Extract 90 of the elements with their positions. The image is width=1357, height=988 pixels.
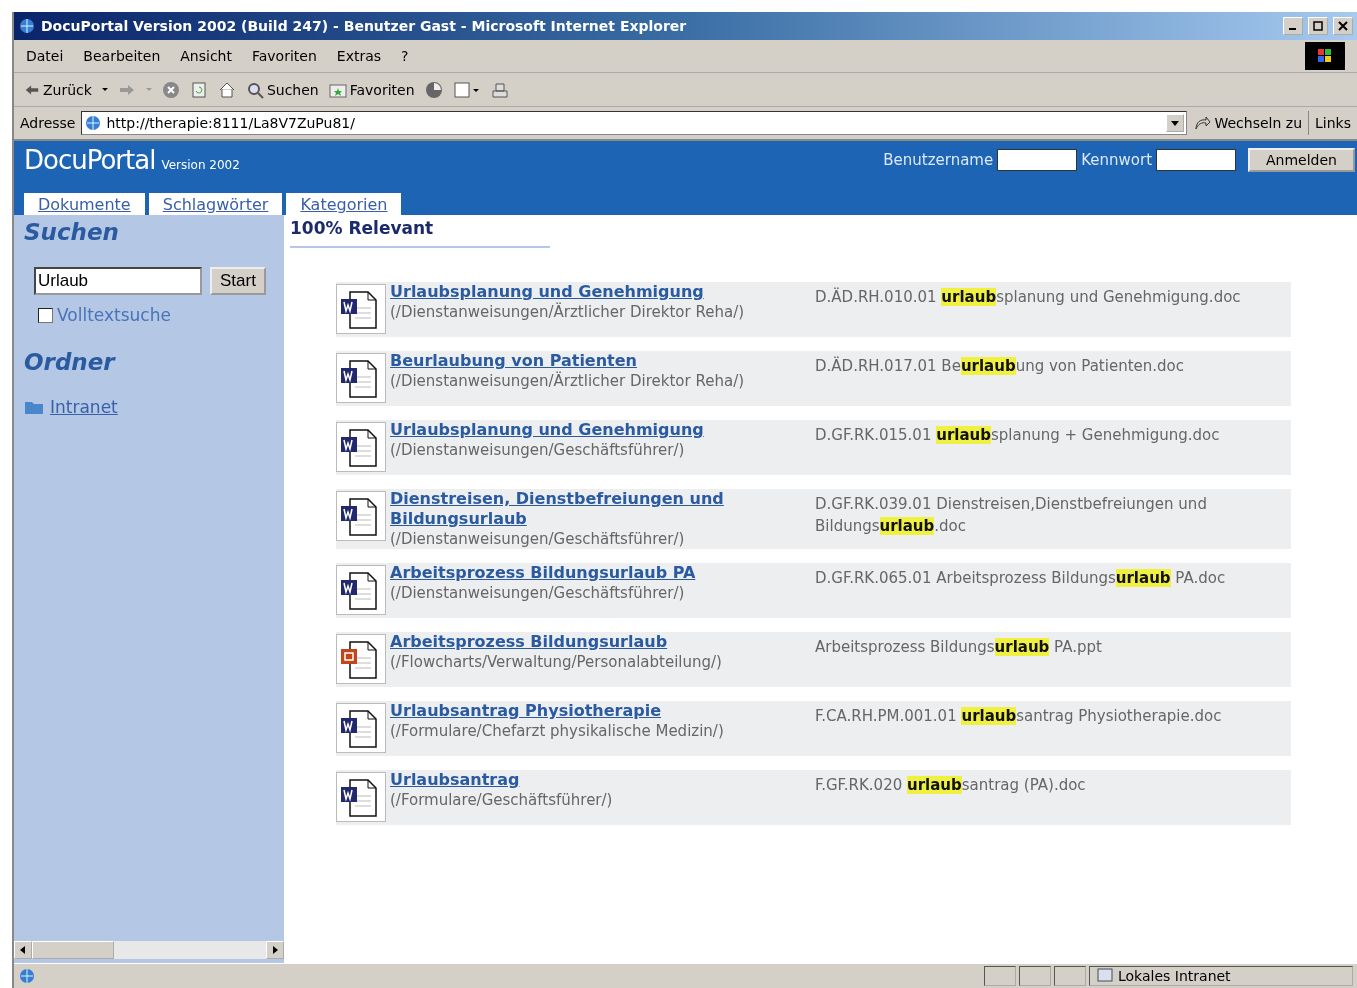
app-icon bbox=[18, 17, 36, 35]
search-field[interactable]: Urlaub bbox=[34, 267, 202, 295]
maximize-button[interactable] bbox=[1308, 17, 1328, 35]
folder-icon bbox=[24, 399, 44, 415]
dropdown-icon bbox=[145, 88, 152, 91]
status-pane bbox=[1054, 966, 1086, 986]
document-path: (/Dienstanweisungen/Geschäftsführer/) bbox=[390, 529, 686, 549]
refresh-icon bbox=[189, 80, 208, 99]
document-path: (/Formulare/Chefarzt physikalische Medizin/) bbox=[390, 721, 725, 741]
document-path: (/Dienstanweisungen/Ärztlicher Direktor Reha/) bbox=[390, 371, 746, 391]
dropdown-icon bbox=[1171, 119, 1180, 127]
maximize-icon bbox=[1313, 21, 1323, 31]
folder-link[interactable]: Intranet bbox=[50, 397, 118, 417]
search-heading: Suchen bbox=[24, 219, 120, 245]
document-link[interactable]: Beurlaubung von Patienten bbox=[390, 351, 815, 371]
windows-logo-icon bbox=[1305, 42, 1345, 70]
version-label: Version 2002 bbox=[161, 158, 240, 172]
file-name: D.ÄD.RH.010.01 urlaubsplanung und Genehmigung.doc bbox=[815, 286, 1242, 308]
search-icon bbox=[245, 80, 264, 99]
results-heading: 100% Relevant bbox=[290, 215, 550, 248]
document-link[interactable]: Arbeitsprozess Bildungsurlaub bbox=[390, 632, 815, 652]
document-link[interactable]: Urlaubsantrag bbox=[390, 770, 815, 790]
document-link[interactable]: Urlaubsplanung und Genehmigung bbox=[390, 282, 815, 302]
back-button[interactable]: Zurück bbox=[24, 80, 92, 99]
document-link[interactable]: Urlaubsplanung und Genehmigung bbox=[390, 420, 815, 440]
file-name: F.CA.RH.PM.001.01 urlaubsantrag Physiotherapie.doc bbox=[815, 706, 1223, 727]
status-pane bbox=[1019, 966, 1051, 986]
stop-icon bbox=[161, 80, 180, 99]
word-document-icon bbox=[336, 772, 386, 822]
document-path: (/Dienstanweisungen/Ärztlicher Direktor Reha/) bbox=[390, 302, 746, 322]
document-link[interactable]: Dienstreisen, Dienstbefreiungen und Bildungsurlaub bbox=[390, 489, 815, 529]
zone-label: Lokales Intranet bbox=[1118, 968, 1231, 984]
go-arrow-icon bbox=[1193, 114, 1212, 132]
file-name: F.GF.RK.020 urlaubsantrag (PA).doc bbox=[815, 775, 1087, 796]
menu-item[interactable]: Bearbeiten bbox=[83, 48, 161, 64]
go-button[interactable]: Wechseln zu bbox=[1193, 114, 1303, 132]
file-name: Arbeitsprozess Bildungsurlaub PA.ppt bbox=[815, 637, 1103, 658]
login-button[interactable]: Anmelden bbox=[1248, 148, 1355, 172]
left-arrow-icon bbox=[19, 946, 27, 954]
minimize-button[interactable] bbox=[1283, 17, 1303, 35]
print-icon bbox=[490, 80, 509, 99]
address-label: Adresse bbox=[20, 115, 76, 131]
search-button[interactable]: Suchen bbox=[245, 80, 319, 99]
folders-heading: Ordner bbox=[24, 349, 117, 375]
fulltext-label: Volltextsuche bbox=[57, 305, 171, 325]
menu-item[interactable]: ? bbox=[401, 48, 409, 64]
word-document-icon bbox=[336, 565, 386, 615]
word-document-icon bbox=[336, 703, 386, 753]
menu-item[interactable]: Extras bbox=[336, 48, 382, 64]
portal-brand: DocuPortal bbox=[24, 145, 156, 175]
document-path: (/Formulare/Geschäftsführer/) bbox=[390, 790, 614, 810]
page-status-icon bbox=[18, 967, 36, 985]
word-document-icon bbox=[336, 491, 386, 541]
file-name: D.GF.RK.065.01 Arbeitsprozess Bildungsurlaub PA.doc bbox=[815, 568, 1227, 589]
nav-tab[interactable]: Kategorien bbox=[286, 193, 402, 215]
home-icon bbox=[217, 80, 236, 99]
menu-item[interactable]: Favoriten bbox=[252, 48, 317, 64]
address-field[interactable]: http://therapie:8111/La8V7ZuPu81/ bbox=[81, 111, 1188, 135]
document-path: (/Dienstanweisungen/Geschäftsführer/) bbox=[390, 440, 686, 460]
password-field[interactable] bbox=[1156, 149, 1237, 171]
horizontal-scrollbar[interactable] bbox=[14, 941, 284, 959]
menu-item[interactable]: Datei bbox=[26, 48, 64, 64]
close-button[interactable] bbox=[1333, 17, 1353, 35]
dropdown-button[interactable] bbox=[1166, 114, 1185, 132]
favorites-button[interactable]: Favoriten bbox=[328, 80, 415, 99]
start-button[interactable]: Start bbox=[210, 267, 266, 295]
file-name: D.GF.RK.039.01 Dienstreisen,Dienstbefreiungen und Bildungsurlaub.doc bbox=[815, 494, 1208, 537]
nav-tab[interactable]: Dokumente bbox=[24, 193, 145, 215]
password-label: Kennwort bbox=[1081, 151, 1153, 169]
word-document-icon bbox=[336, 353, 386, 403]
dropdown-icon bbox=[101, 88, 108, 91]
page-icon bbox=[84, 114, 103, 132]
document-link[interactable]: Urlaubsantrag Physiotherapie bbox=[390, 701, 815, 721]
presentation-document-icon bbox=[336, 634, 386, 684]
word-document-icon bbox=[336, 284, 386, 334]
menu-item[interactable]: Ansicht bbox=[180, 48, 232, 64]
word-document-icon bbox=[336, 422, 386, 472]
window-title: DocuPortal Version 2002 (Build 247) - Benutzer Gast - Microsoft Internet Explorer bbox=[41, 18, 688, 34]
document-path: (/Flowcharts/Verwaltung/Personalabteilung/) bbox=[390, 652, 723, 672]
links-label[interactable]: Links bbox=[1315, 115, 1351, 131]
document-link[interactable]: Arbeitsprozess Bildungsurlaub PA bbox=[390, 563, 815, 583]
document-path: (/Dienstanweisungen/Geschäftsführer/) bbox=[390, 583, 686, 603]
status-pane bbox=[984, 966, 1016, 986]
right-arrow-icon bbox=[271, 946, 279, 954]
username-field[interactable] bbox=[997, 149, 1078, 171]
fulltext-checkbox[interactable] bbox=[38, 307, 53, 323]
close-icon bbox=[1338, 21, 1348, 31]
nav-tab[interactable]: Schlagwörter bbox=[148, 193, 283, 215]
network-icon bbox=[1096, 967, 1114, 985]
username-label: Benutzername bbox=[883, 151, 994, 169]
